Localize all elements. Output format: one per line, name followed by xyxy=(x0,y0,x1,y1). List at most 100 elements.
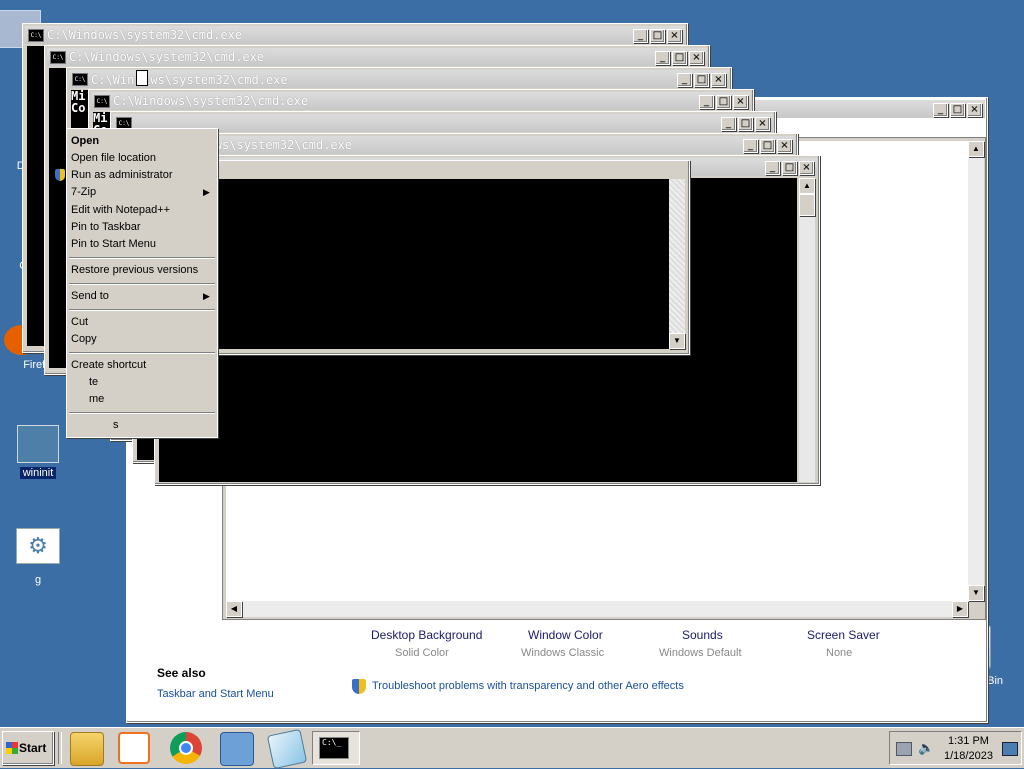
menu-item-pin-to-start-menu[interactable]: Pin to Start Menu xyxy=(71,238,156,250)
menu-item-copy[interactable]: Copy xyxy=(71,333,97,345)
vertical-scrollbar[interactable]: ▼ xyxy=(669,179,685,349)
console-area[interactable] xyxy=(217,179,669,349)
menu-item-edit-with-notepad[interactable]: Edit with Notepad++ xyxy=(71,204,170,216)
desktop-icon-g[interactable]: ⚙ g xyxy=(0,528,78,586)
control-panel-icon[interactable] xyxy=(220,732,254,766)
shield-icon xyxy=(352,679,366,694)
settings-gear-icon: ⚙ xyxy=(16,528,60,564)
menu-item-delete[interactable]: te xyxy=(89,376,98,388)
taskbar: Start C:\_ 🔈 1:31 PM 1/18/2023 xyxy=(0,727,1024,769)
application-window-icon xyxy=(17,425,59,463)
menu-item-open-file-location[interactable]: Open file location xyxy=(71,152,156,164)
clock-date[interactable]: 1/18/2023 xyxy=(944,750,993,762)
horizontal-scrollbar[interactable]: ◀ ▶ xyxy=(226,601,968,617)
scroll-down-arrow-icon[interactable]: ▼ xyxy=(968,585,984,601)
maximize-button[interactable]: □ xyxy=(950,103,965,117)
submenu-arrow-icon: ▶ xyxy=(203,291,210,301)
screen-saver-link[interactable]: Screen Saver xyxy=(807,628,880,642)
close-button[interactable]: × xyxy=(689,51,704,65)
menu-item-cut[interactable]: Cut xyxy=(71,316,88,328)
cmd-icon: C:\ xyxy=(94,95,110,108)
cmd-titlebar[interactable]: C:\C:\Windows\system32\cmd.exe _□× xyxy=(91,92,751,110)
troubleshoot-link[interactable]: Troubleshoot problems with transparency … xyxy=(372,680,684,692)
start-button[interactable]: Start xyxy=(2,731,54,765)
maximize-button[interactable]: □ xyxy=(760,139,775,153)
sounds-link[interactable]: Sounds xyxy=(682,628,723,642)
maximize-button[interactable]: □ xyxy=(716,95,731,109)
scroll-down-arrow-icon[interactable]: ▼ xyxy=(669,333,685,349)
window-title-rest: ws\system32\cmd.exe xyxy=(150,73,288,87)
menu-item-run-as-administrator[interactable]: Run as administrator xyxy=(71,169,173,181)
cmd-titlebar[interactable]: C:\C:\Windows\system32\cmd.exe _□× xyxy=(135,136,795,154)
close-button[interactable]: × xyxy=(755,117,770,131)
hourglass-cursor-icon xyxy=(136,70,149,86)
taskbar-cmd-button[interactable]: C:\_ xyxy=(312,731,360,765)
start-label: Start xyxy=(19,741,47,755)
window-title: C:\Windows\system32\cmd.exe xyxy=(113,94,309,108)
menu-item-send-to[interactable]: Send to xyxy=(71,290,109,302)
scroll-left-arrow-icon[interactable]: ◀ xyxy=(226,601,242,617)
media-player-icon[interactable] xyxy=(118,732,150,764)
chrome-icon[interactable] xyxy=(170,732,202,764)
cmd-titlebar[interactable]: C:\C:\Windows\system32\cmd.exe _□× xyxy=(25,26,685,44)
explorer-folder-icon[interactable] xyxy=(70,732,104,766)
notepad-icon[interactable] xyxy=(266,728,308,769)
cmd-icon: C:\ xyxy=(50,51,66,64)
menu-item-pin-to-taskbar[interactable]: Pin to Taskbar xyxy=(71,221,141,233)
menu-item-rename[interactable]: me xyxy=(89,393,104,405)
cmd-titlebar[interactable]: C:\ C:\Win ws\system32\cmd.exe _ □ × xyxy=(69,70,729,88)
show-desktop-icon[interactable] xyxy=(1002,742,1018,756)
maximize-button[interactable]: □ xyxy=(782,161,797,175)
cmd-titlebar[interactable]: C:\C:\Windows\system32\cmd.exe _□× xyxy=(47,48,707,66)
menu-item-7zip[interactable]: 7-Zip xyxy=(71,186,96,198)
scroll-right-arrow-icon[interactable]: ▶ xyxy=(952,601,968,617)
minimize-button[interactable]: _ xyxy=(743,139,758,153)
window-title: C:\Windows\system32\cmd.exe xyxy=(69,50,265,64)
menu-item-create-shortcut[interactable]: Create shortcut xyxy=(71,359,146,371)
system-tray: 🔈 1:31 PM 1/18/2023 xyxy=(889,731,1022,765)
desktop-icon-label: g xyxy=(34,574,42,586)
maximize-button[interactable]: □ xyxy=(694,73,709,87)
close-button[interactable]: × xyxy=(777,139,792,153)
minimize-button[interactable]: _ xyxy=(933,103,948,117)
network-icon[interactable] xyxy=(896,742,912,756)
window-title: C:\Win xyxy=(91,73,135,87)
minimize-button[interactable]: _ xyxy=(765,161,780,175)
minimize-button[interactable]: _ xyxy=(633,29,648,43)
minimize-button[interactable]: _ xyxy=(677,73,692,87)
volume-icon[interactable]: 🔈 xyxy=(918,740,934,756)
close-button[interactable]: × xyxy=(667,29,682,43)
minimize-button[interactable]: _ xyxy=(699,95,714,109)
submenu-arrow-icon: ▶ xyxy=(203,187,210,197)
menu-item-open[interactable]: Open xyxy=(71,135,99,147)
desktop-background-link[interactable]: Desktop Background xyxy=(371,628,482,642)
scroll-up-arrow-icon[interactable]: ▲ xyxy=(968,141,984,157)
minimize-button[interactable]: _ xyxy=(721,117,736,131)
menu-item-restore-previous-versions[interactable]: Restore previous versions xyxy=(71,264,198,276)
close-button[interactable]: × xyxy=(799,161,814,175)
scroll-up-arrow-icon[interactable]: ▲ xyxy=(799,178,815,194)
close-button[interactable]: × xyxy=(967,103,982,117)
maximize-button[interactable]: □ xyxy=(650,29,665,43)
desktop-icon-label: wininit xyxy=(19,467,57,479)
maximize-button[interactable]: □ xyxy=(672,51,687,65)
vertical-scrollbar[interactable]: ▲ ▼ xyxy=(968,141,984,601)
menu-item-properties[interactable]: s xyxy=(113,419,119,431)
menu-separator xyxy=(69,309,215,311)
see-also-heading: See also xyxy=(157,666,206,680)
shield-icon xyxy=(55,169,65,181)
cmd-window-inner[interactable]: ▼ xyxy=(200,160,690,355)
maximize-button[interactable]: □ xyxy=(738,117,753,131)
taskbar-start-menu-link[interactable]: Taskbar and Start Menu xyxy=(157,688,274,700)
close-button[interactable]: × xyxy=(733,95,748,109)
clock-time[interactable]: 1:31 PM xyxy=(948,735,989,747)
window-color-link[interactable]: Window Color xyxy=(528,628,603,642)
desktop-background-value: Solid Color xyxy=(395,647,449,659)
vertical-scrollbar[interactable]: ▲ xyxy=(799,178,815,482)
scroll-thumb[interactable] xyxy=(799,194,815,216)
close-button[interactable]: × xyxy=(711,73,726,87)
quicklaunch-divider xyxy=(58,732,62,764)
cmd-icon: C:\ xyxy=(72,73,88,86)
minimize-button[interactable]: _ xyxy=(655,51,670,65)
cmd-icon: C:\_ xyxy=(319,737,349,759)
